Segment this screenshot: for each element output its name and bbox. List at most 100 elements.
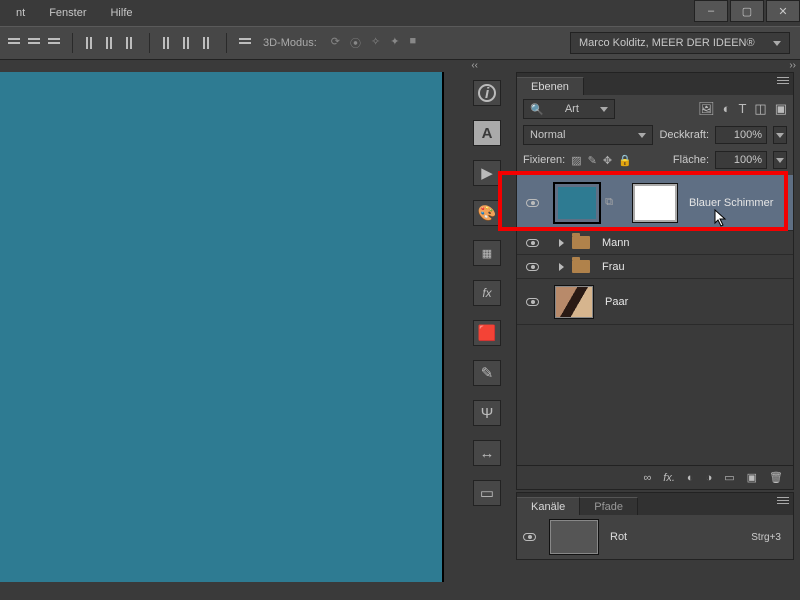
menu-hilfe[interactable]: Hilfe bbox=[98, 3, 144, 23]
new-layer-icon[interactable]: ▣ bbox=[747, 471, 757, 484]
filter-adjust-icon[interactable]: ◐ bbox=[723, 101, 731, 117]
channel-thumb[interactable] bbox=[550, 520, 598, 554]
layer-filter-row: 🔍 Art 🖼 ◐ T ◫ ▣ bbox=[517, 95, 793, 123]
trash-icon[interactable]: 🗑 bbox=[769, 471, 783, 484]
visibility-toggle[interactable] bbox=[523, 533, 536, 541]
align-bottom-icon[interactable] bbox=[123, 35, 139, 51]
dock-collapse-right-icon[interactable]: ›› bbox=[789, 60, 796, 71]
layer-name[interactable]: Frau bbox=[602, 261, 625, 273]
align-center-h-icon[interactable] bbox=[26, 35, 42, 51]
distribute-3-icon[interactable] bbox=[200, 35, 216, 51]
slice-panel-button[interactable]: ▭ bbox=[473, 480, 501, 506]
3d-icon-1[interactable]: ⟳ bbox=[331, 35, 340, 51]
menu-fenster[interactable]: Fenster bbox=[37, 3, 98, 23]
link-layers-icon[interactable]: ∞ bbox=[643, 472, 651, 484]
info-icon bbox=[478, 84, 496, 102]
fill-field[interactable]: 100% bbox=[715, 151, 767, 169]
fill-value: 100% bbox=[734, 154, 762, 166]
mode-3d-label: 3D-Modus: bbox=[263, 37, 317, 49]
layer-thumb[interactable] bbox=[555, 184, 599, 222]
eye-icon bbox=[526, 199, 539, 207]
close-button[interactable]: ✕ bbox=[766, 0, 800, 22]
pipette-panel-button[interactable]: ✎ bbox=[473, 360, 501, 386]
measure-panel-button[interactable]: ↔ bbox=[473, 440, 501, 466]
dock-collapse-left-icon[interactable]: ‹‹ bbox=[471, 60, 478, 71]
document-canvas[interactable] bbox=[0, 72, 444, 582]
tab-kanaele[interactable]: Kanäle bbox=[517, 497, 580, 515]
channel-row-rot[interactable]: Rot Strg+3 bbox=[517, 515, 793, 559]
layer-filter-select[interactable]: 🔍 Art bbox=[523, 99, 615, 119]
layer-name[interactable]: Blauer Schimmer bbox=[689, 197, 773, 209]
opacity-field[interactable]: 100% bbox=[715, 126, 767, 144]
visibility-toggle[interactable] bbox=[523, 298, 541, 306]
layer-thumb[interactable] bbox=[555, 286, 593, 318]
distribute-4-icon[interactable] bbox=[237, 35, 253, 51]
fx-panel-button[interactable]: fx bbox=[473, 280, 501, 306]
opacity-flyout-button[interactable] bbox=[773, 126, 787, 144]
opacity-label: Deckkraft: bbox=[659, 129, 709, 141]
visibility-toggle[interactable] bbox=[523, 199, 541, 207]
disclosure-triangle-icon[interactable] bbox=[559, 239, 564, 247]
grid-panel-button[interactable]: ▦ bbox=[473, 240, 501, 266]
align-left-icon[interactable] bbox=[6, 35, 22, 51]
folder-icon bbox=[572, 260, 590, 273]
lock-trans-icon[interactable]: ▨ bbox=[571, 154, 581, 167]
filter-image-icon[interactable]: 🖼 bbox=[698, 101, 715, 117]
layers-panel-footer: ∞ fx. ◐ ◑ ▭ ▣ 🗑 bbox=[517, 465, 793, 489]
distribute-1-icon[interactable] bbox=[160, 35, 176, 51]
channel-shortcut: Strg+3 bbox=[751, 532, 781, 543]
lock-paint-icon[interactable]: ✎ bbox=[588, 154, 597, 167]
tab-ebenen[interactable]: Ebenen bbox=[517, 77, 584, 95]
layer-row-blauer-schimmer[interactable]: ⧉ Blauer Schimmer bbox=[517, 175, 793, 231]
color-panel-button[interactable]: 🟥 bbox=[473, 320, 501, 346]
lock-all-icon[interactable]: 🔒 bbox=[618, 154, 632, 167]
cursor-pointer-icon bbox=[714, 209, 730, 229]
distribute-2-icon[interactable] bbox=[180, 35, 196, 51]
lock-move-icon[interactable]: ✥ bbox=[603, 154, 612, 167]
filter-text-icon[interactable]: T bbox=[738, 101, 746, 117]
panel-menu-button[interactable] bbox=[777, 77, 789, 85]
3d-icon-4[interactable]: ✦ bbox=[390, 35, 399, 51]
filter-shape-icon[interactable]: ◫ bbox=[754, 101, 766, 117]
3d-icon-2[interactable]: ⦿ bbox=[350, 35, 361, 51]
3d-icon-5[interactable]: ■ bbox=[409, 35, 416, 51]
layer-row-paar[interactable]: Paar bbox=[517, 279, 793, 325]
swatches-panel-button[interactable]: 🎨 bbox=[473, 200, 501, 226]
layer-mask-icon[interactable]: ◐ bbox=[687, 472, 694, 484]
maximize-button[interactable]: ▢ bbox=[730, 0, 764, 22]
align-center-v-icon[interactable] bbox=[103, 35, 119, 51]
fill-flyout-button[interactable] bbox=[773, 151, 787, 169]
layers-panel: Ebenen 🔍 Art 🖼 ◐ T ◫ ▣ Normal Deckkraft bbox=[516, 72, 794, 490]
menu-icon bbox=[777, 77, 789, 85]
separator bbox=[72, 33, 73, 53]
layer-row-mann[interactable]: Mann bbox=[517, 231, 793, 255]
text-panel-button[interactable]: A bbox=[473, 120, 501, 146]
layer-name[interactable]: Paar bbox=[605, 296, 628, 308]
info-panel-button[interactable] bbox=[473, 80, 501, 106]
tab-pfade[interactable]: Pfade bbox=[580, 497, 638, 515]
minimize-button[interactable]: – bbox=[694, 0, 728, 22]
layer-filter-value: Art bbox=[565, 103, 579, 115]
new-group-icon[interactable]: ▭ bbox=[724, 471, 734, 484]
chevron-down-icon bbox=[773, 41, 781, 46]
blend-mode-select[interactable]: Normal bbox=[523, 125, 653, 145]
mask-link-icon[interactable]: ⧉ bbox=[603, 196, 615, 209]
document-title-dropdown[interactable]: Marco Kolditz, MEER DER IDEEN® bbox=[570, 32, 790, 54]
layer-mask-thumb[interactable] bbox=[633, 184, 677, 222]
play-panel-button[interactable]: ▶ bbox=[473, 160, 501, 186]
layer-fx-icon[interactable]: fx. bbox=[663, 472, 675, 484]
visibility-toggle[interactable] bbox=[523, 239, 541, 247]
filter-smart-icon[interactable]: ▣ bbox=[775, 101, 787, 117]
eye-icon bbox=[526, 263, 539, 271]
new-adjust-icon[interactable]: ◑ bbox=[706, 472, 713, 484]
menu-nt[interactable]: nt bbox=[4, 3, 37, 23]
align-right-icon[interactable] bbox=[46, 35, 62, 51]
trident-panel-button[interactable]: Ψ bbox=[473, 400, 501, 426]
layer-name[interactable]: Mann bbox=[602, 237, 630, 249]
panel-menu-button[interactable] bbox=[777, 497, 789, 505]
layer-row-frau[interactable]: Frau bbox=[517, 255, 793, 279]
disclosure-triangle-icon[interactable] bbox=[559, 263, 564, 271]
align-top-icon[interactable] bbox=[83, 35, 99, 51]
3d-icon-3[interactable]: ✧ bbox=[371, 35, 380, 51]
visibility-toggle[interactable] bbox=[523, 263, 541, 271]
